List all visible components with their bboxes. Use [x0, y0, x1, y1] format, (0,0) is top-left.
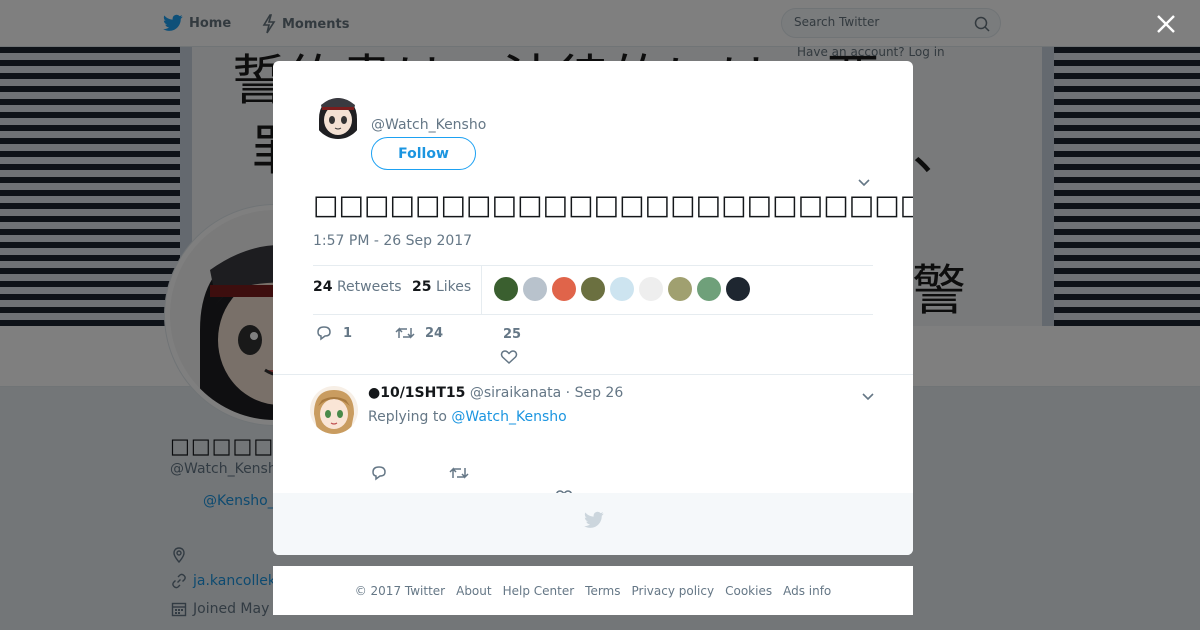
heart-icon — [500, 350, 518, 365]
reply-button[interactable]: 1 — [315, 325, 352, 341]
retweet-button[interactable]: 24 — [395, 325, 443, 341]
tweet-text: □□□□□□□□□□□□□□□□□□□□□□□□□□□□□□□□□□□□□□□□… — [313, 190, 913, 221]
tweet-modal: @Watch_Kensho Follow □□□□□□□□□□□□□□□□□□□… — [273, 61, 913, 555]
site-footer: © 2017 Twitter About Help Center Terms P… — [273, 566, 913, 615]
likes-stat[interactable]: 25 Likes — [412, 279, 471, 295]
tweet-author-handle[interactable]: @Watch_Kensho — [371, 117, 486, 133]
like-button[interactable] — [500, 349, 518, 365]
liker-avatar[interactable] — [726, 277, 750, 301]
liker-avatar[interactable] — [610, 277, 634, 301]
modal-footer — [273, 493, 913, 555]
tweet-author-avatar-image — [313, 89, 363, 139]
follow-button[interactable]: Follow — [371, 137, 476, 170]
retweets-stat[interactable]: 24 Retweets — [313, 279, 402, 295]
retweet-count: 24 — [425, 325, 444, 341]
footer-link-about[interactable]: About — [456, 584, 491, 598]
chevron-down-icon — [862, 393, 874, 401]
footer-link-ads-info[interactable]: Ads info — [783, 584, 831, 598]
twitter-bird-icon — [584, 511, 604, 533]
liker-avatar[interactable] — [523, 277, 547, 301]
reply-more-caret[interactable] — [861, 387, 875, 406]
footer-copyright: © 2017 Twitter — [354, 583, 446, 598]
footer-link-terms[interactable]: Terms — [585, 584, 620, 598]
reply-author-avatar[interactable] — [310, 386, 358, 434]
tweet-timestamp[interactable]: 1:57 PM - 26 Sep 2017 — [313, 233, 472, 249]
stats-divider — [481, 266, 482, 314]
replying-to-link[interactable]: @Watch_Kensho — [451, 409, 566, 425]
liker-avatar[interactable] — [581, 277, 605, 301]
reply-author-avatar-image — [310, 386, 358, 434]
tweet-actions: 1 24 25 — [313, 323, 873, 373]
reply-retweet-button[interactable] — [449, 465, 469, 485]
reply-icon — [317, 326, 331, 341]
reply-count: 1 — [343, 325, 353, 341]
liker-avatar[interactable] — [494, 277, 518, 301]
reply-tweet[interactable]: ●10/1SHT15 @siraikanata · Sep 26 Replyin… — [273, 374, 913, 505]
likes-stat-count: 25 — [412, 279, 432, 295]
reply-author-handle[interactable]: @siraikanata — [470, 385, 561, 401]
retweet-icon — [395, 327, 415, 339]
replying-to-prefix: Replying to — [368, 409, 447, 425]
liker-avatar[interactable] — [639, 277, 663, 301]
liker-avatar[interactable] — [552, 277, 576, 301]
close-icon — [1157, 15, 1175, 33]
tweet-author-avatar[interactable] — [313, 89, 363, 139]
reply-date[interactable]: · Sep 26 — [566, 385, 624, 401]
footer-link-help-center[interactable]: Help Center — [503, 584, 575, 598]
tweet-stats: 24 Retweets 25 Likes — [313, 265, 873, 315]
likes-stat-label: Likes — [435, 279, 472, 295]
footer-link-cookies[interactable]: Cookies — [725, 584, 772, 598]
liker-avatars — [494, 277, 750, 301]
footer-link-privacy[interactable]: Privacy policy — [632, 584, 715, 598]
close-button[interactable] — [1152, 10, 1180, 38]
like-count: 25 — [503, 327, 522, 342]
liker-avatar[interactable] — [668, 277, 692, 301]
reply-author-name[interactable]: ●10/1SHT15 — [368, 385, 465, 401]
retweets-stat-count: 24 — [313, 279, 333, 295]
replying-to-line: Replying to @Watch_Kensho — [368, 409, 567, 425]
reply-icon — [372, 466, 386, 481]
reply-header: ●10/1SHT15 @siraikanata · Sep 26 — [368, 385, 623, 401]
liker-avatar[interactable] — [697, 277, 721, 301]
chevron-down-icon — [858, 179, 870, 187]
retweets-stat-label: Retweets — [336, 279, 402, 295]
retweet-icon — [449, 467, 469, 479]
reply-reply-button[interactable] — [370, 465, 388, 485]
